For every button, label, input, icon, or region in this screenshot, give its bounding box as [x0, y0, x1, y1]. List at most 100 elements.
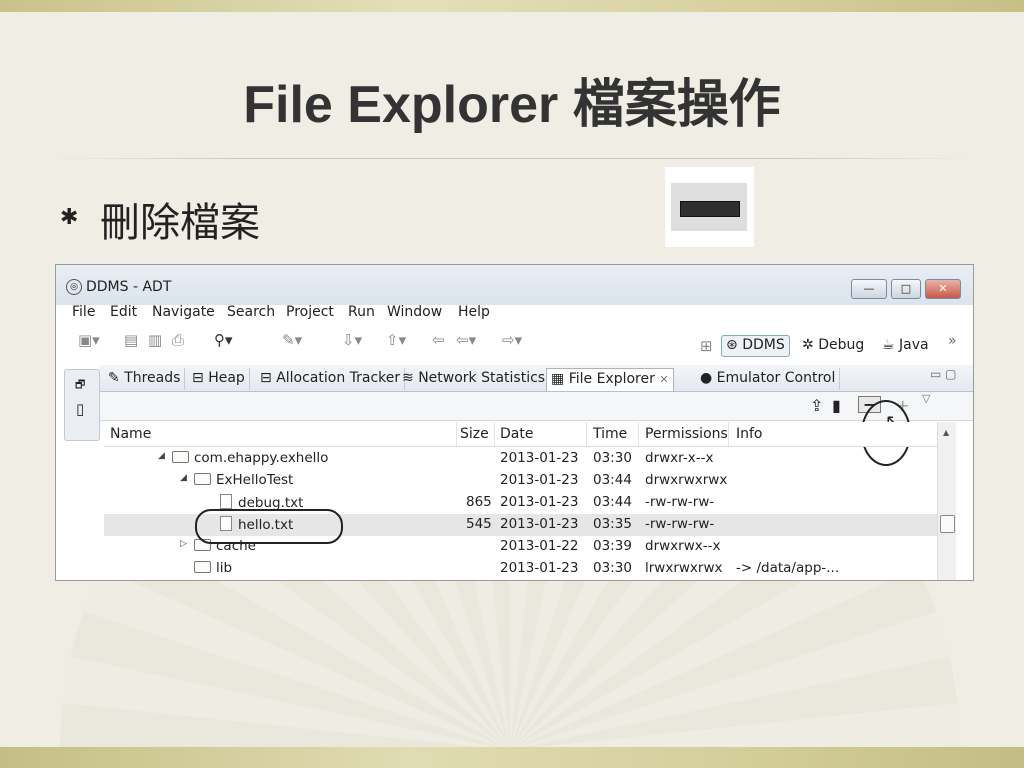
row-time: 03:30 [593, 560, 632, 576]
tab-allocation-tracker[interactable]: ⊟ Allocation Tracker [256, 368, 406, 390]
column-info[interactable]: Info [736, 426, 763, 442]
perspective-debug[interactable]: ✲ Debug [802, 337, 864, 353]
column-date[interactable]: Date [500, 426, 533, 442]
perspective-debug-label: Debug [818, 337, 865, 353]
tab-threads[interactable]: ✎ Threads [104, 368, 186, 390]
tab-heap-label: Heap [208, 370, 245, 386]
tab-close-icon[interactable]: ✕ [659, 373, 668, 386]
bottom-decorative-band [0, 747, 1024, 768]
row-date: 2013-01-23 [500, 516, 579, 532]
run-icon[interactable]: ✎▾ [282, 331, 302, 349]
minimize-button[interactable]: — [851, 279, 887, 299]
column-separator [728, 422, 729, 446]
network-icon: ≋ [402, 370, 414, 386]
tab-file-explorer[interactable]: ▦ File Explorer ✕ [546, 368, 674, 391]
last-edit-icon[interactable]: ⇦ [432, 331, 445, 349]
save-all-icon[interactable]: ▥ [148, 331, 162, 349]
table-header: Name Size Date Time Permissions Info [104, 422, 937, 447]
vertical-scrollbar[interactable]: ▲ [937, 422, 956, 580]
folder-icon [172, 451, 189, 463]
pull-file-icon[interactable]: ⇪ [810, 396, 823, 415]
more-perspectives-icon[interactable]: » [948, 333, 957, 349]
tab-network-label: Network Statistics [418, 370, 546, 386]
row-permissions: drwxrwx--x [645, 538, 721, 554]
file-icon [220, 494, 232, 509]
close-window-button[interactable]: ✕ [925, 279, 961, 299]
heap-icon: ⊟ [192, 370, 204, 386]
menu-project[interactable]: Project [286, 304, 334, 320]
perspective-ddms[interactable]: ⊛ DDMS [721, 335, 790, 357]
column-time[interactable]: Time [593, 426, 627, 442]
app-icon: ◎ [66, 279, 82, 295]
minus-icon [680, 201, 740, 217]
row-time: 03:44 [593, 472, 632, 488]
top-decorative-band [0, 0, 1024, 12]
allocation-icon: ⊟ [260, 370, 272, 386]
row-permissions: drwxr-x--x [645, 450, 714, 466]
save-icon[interactable]: ▤ [124, 331, 138, 349]
row-date: 2013-01-23 [500, 450, 579, 466]
device-icon[interactable]: ▯ [76, 400, 84, 418]
menu-window[interactable]: Window [387, 304, 442, 320]
menu-edit[interactable]: Edit [110, 304, 137, 320]
tab-emulator-control[interactable]: ● Emulator Control [696, 368, 841, 390]
restore-icon[interactable]: 🗗 [75, 376, 85, 395]
scroll-up-icon[interactable]: ▲ [943, 428, 949, 437]
expanded-arrow-icon[interactable]: ◢ [158, 451, 165, 461]
title-divider [52, 158, 972, 159]
tab-heap[interactable]: ⊟ Heap [188, 368, 250, 390]
view-menu-icon[interactable]: ▽ [922, 392, 930, 405]
column-separator [586, 422, 587, 446]
table-row[interactable]: ◢ com.ehappy.exhello 2013-01-23 03:30 dr… [104, 448, 937, 470]
row-time: 03:30 [593, 450, 632, 466]
menu-help[interactable]: Help [458, 304, 490, 320]
tab-file-explorer-label: File Explorer [568, 371, 655, 387]
row-size: 865 [466, 494, 492, 510]
scrollbar-thumb[interactable] [940, 515, 955, 533]
perspective-ddms-label: DDMS [742, 337, 785, 353]
row-name: lib [216, 560, 233, 576]
menu-run[interactable]: Run [348, 304, 375, 320]
collapsed-arrow-icon[interactable]: ▷ [180, 539, 187, 549]
bullet-icon: ✱ [60, 205, 79, 230]
column-size[interactable]: Size [460, 426, 489, 442]
row-permissions: -rw-rw-rw- [645, 516, 715, 532]
column-separator [638, 422, 639, 446]
next-annotation-icon[interactable]: ⇩▾ [342, 331, 362, 349]
row-date: 2013-01-23 [500, 472, 579, 488]
row-date: 2013-01-22 [500, 538, 579, 554]
tab-network-statistics[interactable]: ≋ Network Statistics [398, 368, 551, 390]
tab-emulator-label: Emulator Control [716, 370, 836, 386]
expanded-arrow-icon[interactable]: ◢ [180, 473, 187, 483]
prev-annotation-icon[interactable]: ⇧▾ [386, 331, 406, 349]
file-explorer-toolbar: ⇪ ▮ − + ▽ [100, 392, 973, 421]
menu-search[interactable]: Search [227, 304, 275, 320]
ddms-window: ◎ DDMS - ADT — □ ✕ File Edit Navigate Se… [55, 264, 974, 581]
window-titlebar: ◎ DDMS - ADT — □ ✕ [56, 265, 973, 305]
open-perspective-icon[interactable]: ⊞ [700, 337, 713, 355]
perspective-java[interactable]: ☕ Java [882, 337, 929, 353]
forward-icon[interactable]: ⇨▾ [502, 331, 522, 349]
menu-navigate[interactable]: Navigate [152, 304, 215, 320]
minimize-view-icon[interactable]: ▭ ▢ [930, 367, 957, 381]
row-permissions: -rw-rw-rw- [645, 494, 715, 510]
devices-view-minimized: 🗗 ▯ [64, 369, 100, 441]
column-separator [494, 422, 495, 446]
row-date: 2013-01-23 [500, 494, 579, 510]
table-row[interactable]: lib 2013-01-23 03:30 lrwxrwxrwx -> /data… [104, 558, 937, 580]
row-time: 03:44 [593, 494, 632, 510]
minus-icon-background [671, 183, 747, 231]
menu-file[interactable]: File [72, 304, 95, 320]
push-file-icon[interactable]: ▮ [832, 396, 841, 415]
search-icon[interactable]: ⚲▾ [214, 331, 233, 349]
back-icon[interactable]: ⇦▾ [456, 331, 476, 349]
maximize-button[interactable]: □ [891, 279, 921, 299]
emulator-icon: ● [700, 370, 713, 386]
new-icon[interactable]: ▣▾ [78, 331, 100, 349]
column-permissions[interactable]: Permissions [645, 426, 728, 442]
table-row[interactable]: ◢ ExHelloTest 2013-01-23 03:44 drwxrwxrw… [104, 470, 937, 492]
file-explorer-icon: ▦ [551, 371, 565, 387]
column-name[interactable]: Name [110, 426, 151, 442]
row-time: 03:39 [593, 538, 632, 554]
print-icon[interactable]: ⎙ [172, 331, 184, 349]
